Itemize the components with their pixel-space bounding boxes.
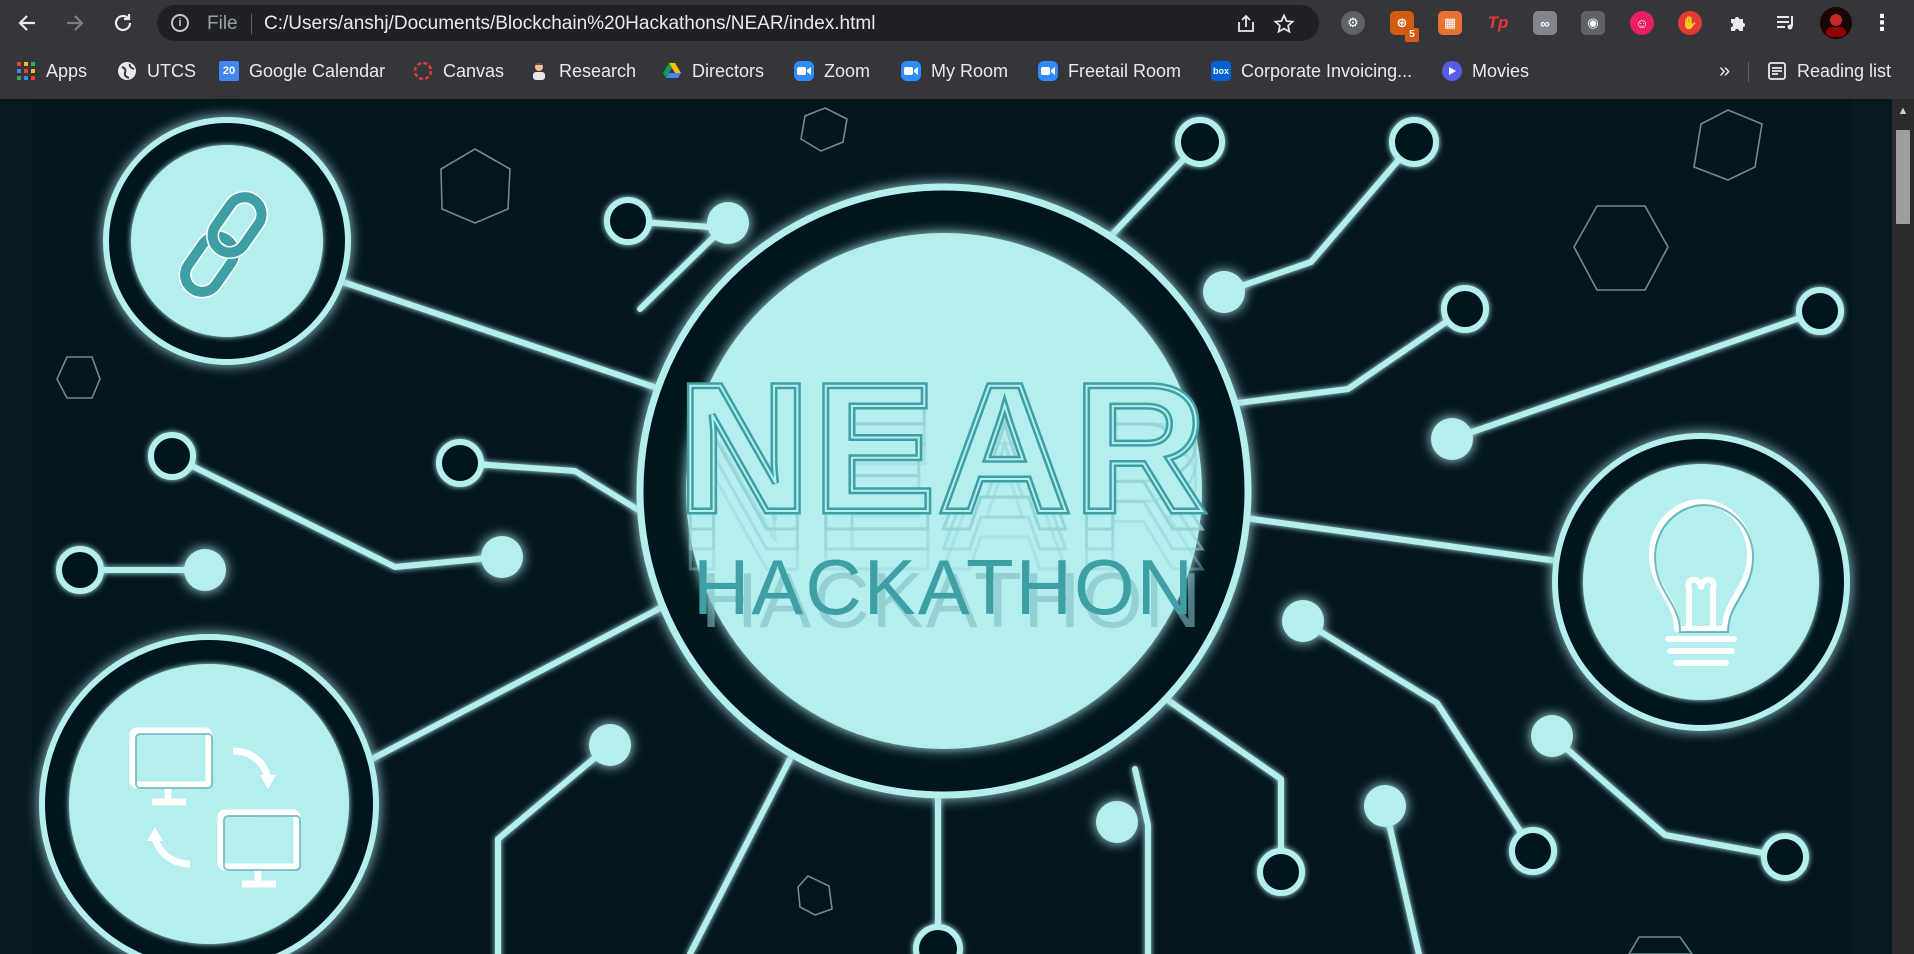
extension-badge: 5 xyxy=(1405,28,1419,42)
infinity-extension-icon[interactable]: ∞ xyxy=(1533,11,1557,35)
more-bookmarks-button[interactable]: » xyxy=(1719,59,1730,83)
reload-button[interactable] xyxy=(108,8,138,38)
bookmark-corporate-invoicing[interactable]: box Corporate Invoicing... xyxy=(1211,59,1412,83)
url-text[interactable]: C:/Users/anshj/Documents/Blockchain%20Ha… xyxy=(264,13,875,35)
wrench-extension-icon[interactable]: ⚙ xyxy=(1341,11,1365,35)
share-icon[interactable] xyxy=(1235,13,1257,35)
info-icon[interactable]: i xyxy=(171,14,189,32)
reload-icon xyxy=(114,14,132,32)
bookmark-label: Freetail Room xyxy=(1068,60,1182,81)
reading-list-icon xyxy=(1767,61,1787,81)
bookmark-freetail-room[interactable]: Freetail Room xyxy=(1038,59,1181,83)
omnibox-separator xyxy=(251,14,252,34)
link-icon xyxy=(103,117,351,365)
zoom-icon xyxy=(1038,61,1058,81)
address-bar[interactable]: i File C:/Users/anshj/Documents/Blockcha… xyxy=(157,5,1319,41)
drive-icon xyxy=(662,61,682,81)
bookmark-apps[interactable]: Apps xyxy=(16,59,87,83)
apps-grid-icon xyxy=(16,61,36,81)
media-queue-icon[interactable] xyxy=(1774,11,1798,35)
profile-avatar[interactable] xyxy=(1820,7,1852,39)
bookmark-utcs[interactable]: UTCS xyxy=(117,59,196,83)
bookmark-divider xyxy=(1748,62,1749,82)
bookmark-label: Research xyxy=(559,60,637,81)
bookmark-label: Canvas xyxy=(443,60,505,81)
near-hackathon-banner: NEAR NEAR NEAR NEAR NEAR HACKATHON HACKA… xyxy=(0,99,1892,954)
bookmark-label: UTCS xyxy=(147,60,196,81)
bookmark-label: Google Calendar xyxy=(249,60,386,81)
bookmark-my-room[interactable]: My Room xyxy=(901,59,1008,83)
zoom-icon xyxy=(901,61,921,81)
bookmark-label: My Room xyxy=(931,60,1009,81)
scroll-up-arrow-icon[interactable]: ▲ xyxy=(1892,105,1914,119)
bookmark-label: Corporate Invoicing... xyxy=(1241,60,1413,81)
bookmark-zoom[interactable]: Zoom xyxy=(794,59,870,83)
reading-list-button[interactable]: Reading list xyxy=(1767,59,1891,83)
screenshot-extension-icon[interactable]: ◉ xyxy=(1581,11,1605,35)
page-content: NEAR NEAR NEAR NEAR NEAR HACKATHON HACKA… xyxy=(0,99,1914,954)
kebab-menu-icon[interactable]: ⋮ xyxy=(1870,10,1894,35)
banner-subtitle: HACKATHON xyxy=(693,543,1195,631)
bookmark-google-calendar[interactable]: 20 Google Calendar xyxy=(219,59,385,83)
canvas-icon xyxy=(413,61,433,81)
bookmark-label: Movies xyxy=(1472,60,1530,81)
arrow-right-icon xyxy=(67,15,84,31)
back-button[interactable] xyxy=(12,8,42,38)
star-icon[interactable] xyxy=(1273,13,1295,35)
bookmarks-bar: Apps UTCS 20 Google Calendar Canvas Rese… xyxy=(0,54,1914,88)
reading-list-label: Reading list xyxy=(1797,60,1892,81)
lightbulb-icon xyxy=(1552,433,1850,731)
page-scrollbar[interactable]: ▲ xyxy=(1892,99,1914,954)
scientist-icon xyxy=(529,61,549,81)
banner-title-inline: NEAR xyxy=(678,346,1210,550)
bookmark-movies[interactable]: Movies xyxy=(1442,59,1529,83)
arrow-left-icon xyxy=(18,15,35,31)
box-icon: box xyxy=(1211,61,1231,81)
avatar-extension-icon[interactable]: ☺ xyxy=(1630,11,1654,35)
layout-extension-icon[interactable]: ▦ xyxy=(1438,11,1462,35)
central-badge: NEAR NEAR NEAR NEAR NEAR HACKATHON HACKA… xyxy=(636,183,1252,799)
bookmark-label: Apps xyxy=(46,60,88,81)
play-icon xyxy=(1442,61,1462,81)
browser-chrome: i File C:/Users/anshj/Documents/Blockcha… xyxy=(0,0,1914,99)
bookmark-label: Zoom xyxy=(824,60,871,81)
zoom-icon xyxy=(794,61,814,81)
globe-icon xyxy=(117,61,137,81)
bookmark-label: Directors xyxy=(692,60,765,81)
bookmark-canvas[interactable]: Canvas xyxy=(413,59,504,83)
scheme-label: File xyxy=(207,13,238,34)
forward-button[interactable] xyxy=(60,8,90,38)
computers-icon xyxy=(39,634,379,954)
scrollbar-thumb[interactable] xyxy=(1896,130,1910,224)
tp-extension-icon[interactable]: Tp xyxy=(1486,11,1510,35)
stop-hand-extension-icon[interactable]: ✋ xyxy=(1678,11,1702,35)
bookmark-research[interactable]: Research xyxy=(529,59,636,83)
bookmark-directors[interactable]: Directors xyxy=(662,59,764,83)
calendar-icon: 20 xyxy=(219,61,239,81)
browser-toolbar: i File C:/Users/anshj/Documents/Blockcha… xyxy=(0,0,1914,46)
puzzle-icon[interactable] xyxy=(1726,11,1750,35)
